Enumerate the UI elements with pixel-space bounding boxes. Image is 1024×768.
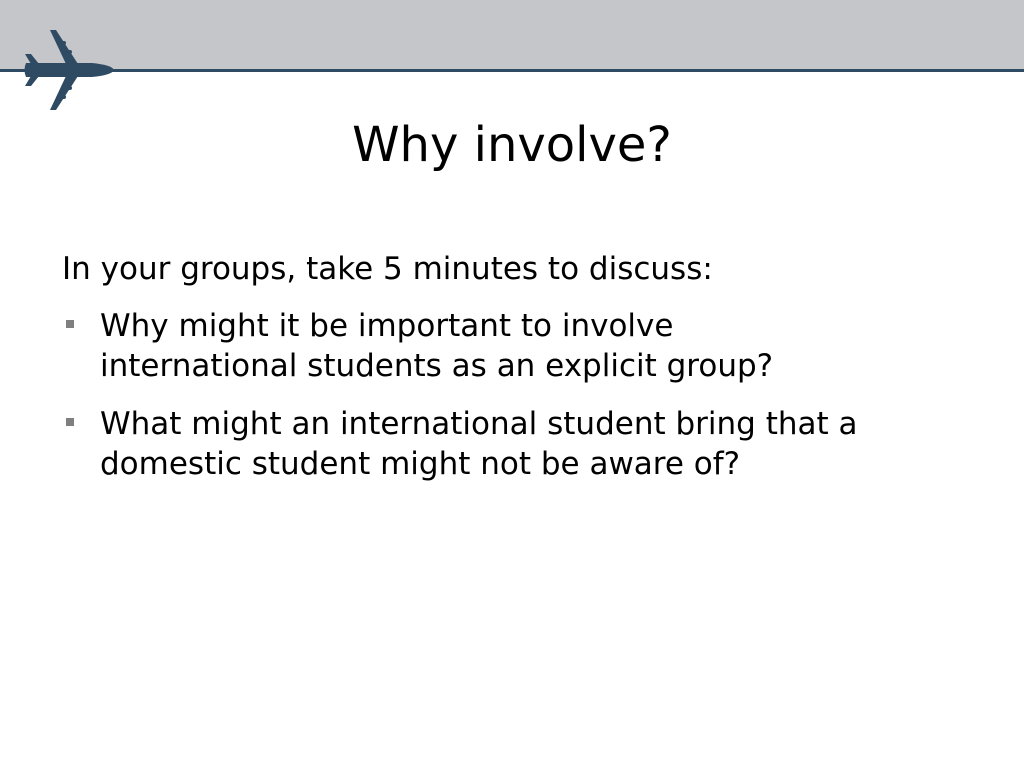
bullet-item: Why might it be important to involve int…: [62, 306, 982, 386]
bullet-text-line: What might an international student brin…: [100, 406, 858, 442]
airplane-icon: [24, 30, 114, 110]
intro-text: In your groups, take 5 minutes to discus…: [62, 251, 713, 287]
bullet-text-line: Why might it be important to involve: [100, 308, 674, 344]
slide-title: Why involve?: [352, 117, 672, 173]
bullet-text-line: international students as an explicit gr…: [100, 348, 774, 384]
square-bullet-icon: [66, 320, 74, 328]
bullet-item: What might an international student brin…: [62, 404, 982, 484]
bullet-list: Why might it be important to involve int…: [62, 306, 982, 502]
bullet-text-line: domestic student might not be aware of?: [100, 446, 741, 482]
header-rule: [0, 69, 1024, 72]
header-band: [0, 0, 1024, 70]
square-bullet-icon: [66, 418, 74, 426]
